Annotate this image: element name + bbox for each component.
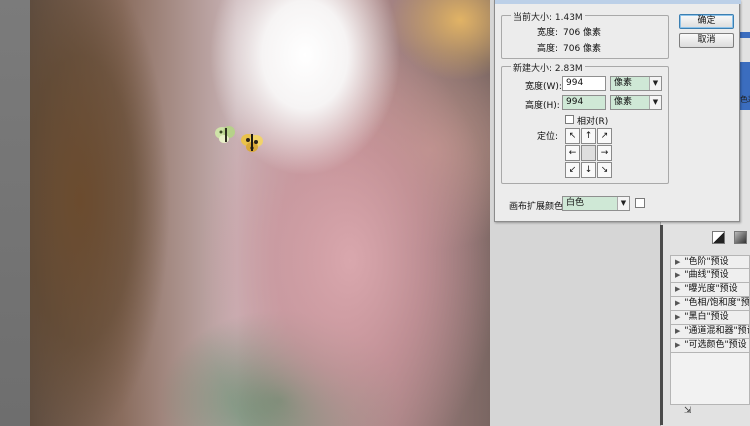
anchor-label: 定位: xyxy=(537,132,559,142)
preset-selective-color[interactable]: ▶ "可选颜色"预设 xyxy=(670,339,750,353)
adjustments-toolrow xyxy=(708,228,750,246)
mask-icon[interactable] xyxy=(712,231,725,244)
anchor-bottom-right[interactable]: ↘ xyxy=(597,162,612,178)
dialog-titlebar xyxy=(495,0,741,4)
extension-color-value: 白色 xyxy=(566,198,585,208)
preset-channel-mixer[interactable]: ▶ "通道混和器"预设 xyxy=(670,325,750,339)
gradient-icon[interactable] xyxy=(734,231,747,244)
expand-triangle-icon: ▶ xyxy=(675,258,681,266)
preset-curves[interactable]: ▶ "曲线"预设 xyxy=(670,269,750,283)
anchor-left[interactable]: ← xyxy=(565,145,580,161)
presets-empty-area xyxy=(670,353,750,405)
current-height-label: 高度: xyxy=(537,44,559,54)
preset-hue-saturation[interactable]: ▶"色相/饱和度"预设 xyxy=(670,297,750,311)
dropdown-arrow-icon: ▼ xyxy=(649,96,661,109)
preset-label: "可选颜色"预设 xyxy=(684,340,747,350)
expand-triangle-icon: ▶ xyxy=(675,327,681,335)
anchor-right[interactable]: → xyxy=(597,145,612,161)
expand-triangle-icon: ▶ xyxy=(675,285,681,293)
image-canvas[interactable] xyxy=(30,0,490,426)
width-unit-value: 像素 xyxy=(614,78,633,88)
relative-label: 相对(R) xyxy=(577,117,609,127)
current-width-value: 706 像素 xyxy=(563,28,602,38)
dropdown-arrow-icon: ▼ xyxy=(649,77,661,90)
height-input[interactable]: 994 xyxy=(562,95,606,110)
preset-label: "曝光度"预设 xyxy=(684,284,738,294)
panel-return-icon[interactable]: ⇲ xyxy=(684,406,696,416)
extension-color-select[interactable]: 白色 ▼ xyxy=(562,196,630,211)
left-gray-strip xyxy=(0,0,30,426)
relative-checkbox[interactable] xyxy=(565,115,574,124)
extension-color-swatch[interactable] xyxy=(635,198,645,208)
adjustment-presets-list: ▶"色阶"预设 ▶"曲线"预设 ▶"曝光度"预设 ▶"色相/饱和度"预设 ▶"黑… xyxy=(670,255,750,353)
background-window-text: 色彩 xyxy=(740,95,750,104)
panel-divider xyxy=(660,225,663,425)
expand-triangle-icon: ▶ xyxy=(675,271,681,279)
anchor-center[interactable] xyxy=(581,145,596,161)
height-unit-value: 像素 xyxy=(614,97,633,107)
anchor-bottom-left[interactable]: ↙ xyxy=(565,162,580,178)
preset-label: "曲线"预设 xyxy=(684,270,729,280)
width-label: 宽度(W): xyxy=(525,82,562,92)
width-unit-select[interactable]: 像素 ▼ xyxy=(610,76,662,91)
anchor-top-left[interactable]: ↖ xyxy=(565,128,580,144)
expand-triangle-icon: ▶ xyxy=(675,341,681,349)
background-window-accent xyxy=(740,32,750,38)
anchor-top[interactable]: ↑ xyxy=(581,128,596,144)
current-height-value: 706 像素 xyxy=(563,44,602,54)
preset-black-white[interactable]: ▶ "黑白"预设 xyxy=(670,311,750,325)
new-size-label: 新建大小: 2.83M xyxy=(511,61,585,74)
anchor-grid: ↖ ↑ ↗ ← → ↙ ↓ ↘ xyxy=(565,128,613,179)
anchor-top-right[interactable]: ↗ xyxy=(597,128,612,144)
preset-label: "色阶"预设 xyxy=(684,257,729,267)
expand-triangle-icon: ▶ xyxy=(675,313,681,321)
butterfly-left-image xyxy=(215,126,235,143)
extension-color-label: 画布扩展颜色: xyxy=(509,202,567,212)
butterfly-right-image xyxy=(241,134,263,152)
preset-exposure[interactable]: ▶ "曝光度"预设 xyxy=(670,283,750,297)
expand-triangle-icon: ▶ xyxy=(675,299,681,307)
canvas-size-dialog: 当前大小: 1.43M 宽度: 706 像素 高度: 706 像素 新建大小: … xyxy=(494,0,741,222)
current-width-label: 宽度: xyxy=(537,28,559,38)
width-input[interactable]: 994 xyxy=(562,76,606,91)
preset-levels[interactable]: ▶ "色阶"预设 xyxy=(670,255,750,269)
cancel-button[interactable]: 取消 xyxy=(679,33,734,48)
anchor-bottom[interactable]: ↓ xyxy=(581,162,596,178)
preset-label: "通道混和器"预设 xyxy=(684,326,750,336)
dropdown-arrow-icon: ▼ xyxy=(617,197,629,210)
ok-button[interactable]: 确定 xyxy=(679,14,734,29)
current-size-label: 当前大小: 1.43M xyxy=(511,10,585,23)
height-unit-select[interactable]: 像素 ▼ xyxy=(610,95,662,110)
preset-label: "色相/饱和度"预设 xyxy=(684,298,750,308)
height-label: 高度(H): xyxy=(525,101,560,111)
preset-label: "黑白"预设 xyxy=(684,312,729,322)
